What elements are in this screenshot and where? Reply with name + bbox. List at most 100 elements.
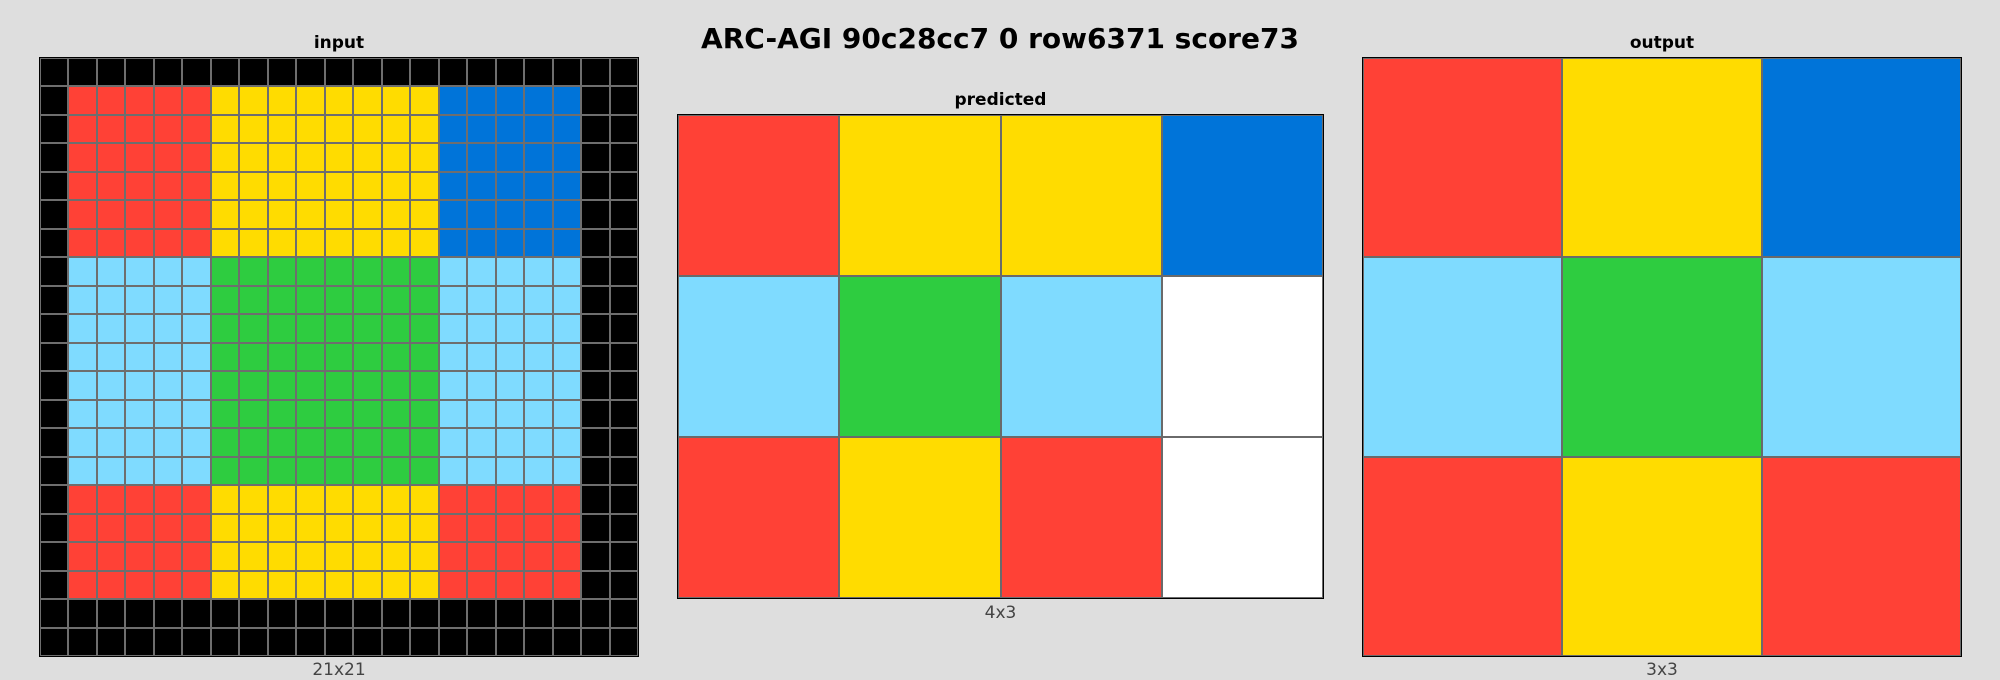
input-cell [495, 399, 525, 429]
input-cell [410, 399, 439, 429]
input-cell [182, 257, 211, 286]
input-cell [296, 228, 325, 258]
input-cell [609, 257, 638, 286]
input-cell [495, 627, 525, 656]
input-cell [96, 58, 126, 87]
input-cell [296, 342, 325, 372]
input-cell [125, 285, 154, 315]
input-cell [96, 342, 126, 372]
input-cell [267, 399, 297, 429]
input-cell [381, 627, 411, 656]
input-cell [353, 257, 382, 286]
input-cell [40, 542, 69, 571]
input-cell [96, 627, 126, 656]
input-cell [239, 58, 268, 87]
input-cell [524, 428, 553, 457]
input-cell [96, 456, 126, 486]
input-cell [381, 86, 411, 115]
input-cell [609, 570, 638, 600]
input-cell [40, 58, 69, 87]
input-cell [552, 58, 582, 87]
input-cell [552, 627, 582, 656]
input-cell [581, 143, 610, 172]
input-cell [552, 342, 582, 372]
input-cell [609, 542, 638, 571]
input-cell [353, 456, 382, 486]
predicted-cell [1000, 276, 1162, 437]
input-cell [153, 513, 183, 543]
input-cell [524, 114, 553, 144]
input-cell [381, 285, 411, 315]
input-cell [581, 342, 610, 372]
input-cell [581, 542, 610, 571]
input-cell [96, 171, 126, 201]
input-cell [609, 371, 638, 400]
input-cell [182, 513, 211, 543]
input-cell [495, 428, 525, 457]
input-cell [524, 542, 553, 571]
input-cell [410, 371, 439, 400]
input-cell [182, 485, 211, 514]
input-cell [381, 570, 411, 600]
input-cell [324, 58, 354, 87]
input-cell [182, 143, 211, 172]
input-cell [381, 171, 411, 201]
input-cell [153, 371, 183, 400]
input-cell [210, 542, 240, 571]
input-cell [381, 513, 411, 543]
input-cell [467, 428, 496, 457]
input-cell [381, 599, 411, 628]
input-cell [68, 371, 97, 400]
input-cell [524, 485, 553, 514]
input-cell [609, 200, 638, 229]
input-cell [467, 200, 496, 229]
input-cell [410, 200, 439, 229]
input-cell [410, 86, 439, 115]
input-cell [267, 143, 297, 172]
input-cell [410, 570, 439, 600]
input-cell [267, 314, 297, 343]
input-cell [581, 627, 610, 656]
input-cell [239, 228, 268, 258]
input-cell [68, 342, 97, 372]
input-cell [609, 58, 638, 87]
input-cell [495, 257, 525, 286]
predicted-panel-title: predicted [954, 90, 1047, 110]
input-cell [581, 228, 610, 258]
input-cell [438, 228, 468, 258]
input-cell [40, 257, 69, 286]
input-cell [125, 428, 154, 457]
input-cell [609, 627, 638, 656]
input-cell [239, 314, 268, 343]
input-cell [467, 86, 496, 115]
input-cell [438, 627, 468, 656]
input-cell [210, 627, 240, 656]
input-cell [381, 456, 411, 486]
input-cell [324, 399, 354, 429]
output-cell [1562, 58, 1762, 258]
input-cell [68, 428, 97, 457]
predicted-cell [839, 115, 1001, 276]
input-cell [324, 314, 354, 343]
input-cell [125, 342, 154, 372]
input-cell [182, 542, 211, 571]
input-cell [410, 342, 439, 372]
input-cell [381, 428, 411, 457]
input-cell [68, 200, 97, 229]
input-cell [153, 86, 183, 115]
input-cell [125, 627, 154, 656]
input-cell [552, 200, 582, 229]
input-cell [210, 114, 240, 144]
input-cell [353, 570, 382, 600]
input-cell [125, 485, 154, 514]
input-cell [210, 86, 240, 115]
input-cell [210, 570, 240, 600]
input-cell [296, 542, 325, 571]
input-cell [410, 513, 439, 543]
input-cell [581, 314, 610, 343]
input-cell [96, 200, 126, 229]
input-cell [524, 171, 553, 201]
input-cell [182, 114, 211, 144]
input-cell [125, 456, 154, 486]
input-cell [609, 171, 638, 201]
